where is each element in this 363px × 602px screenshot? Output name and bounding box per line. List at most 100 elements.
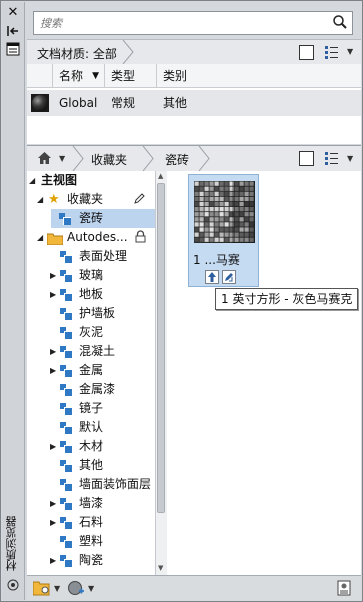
tree-node-category[interactable]: 灰泥	[27, 323, 155, 342]
expand-icon[interactable]: ▶	[50, 342, 58, 361]
breadcrumb-separator-icon	[122, 40, 134, 64]
library-view-dropdown-icon[interactable]: ▼	[347, 154, 353, 163]
material-category-icon	[59, 213, 71, 225]
tree-node-label: 镜子	[79, 401, 104, 415]
search-icon[interactable]	[332, 14, 348, 30]
tree-node-label: 金属漆	[79, 382, 116, 396]
material-category-icon	[60, 327, 72, 339]
tree-node-favorites-tiles[interactable]: 瓷砖	[51, 209, 155, 228]
material-category-icon	[60, 346, 72, 358]
tree-node-category[interactable]: 其他	[27, 456, 155, 475]
material-editor-icon[interactable]	[337, 580, 351, 599]
view-options-dropdown-icon[interactable]: ▼	[347, 47, 353, 56]
collapse-icon[interactable]: ◢	[29, 171, 37, 190]
tree-node-category[interactable]: ▶ 玻璃	[27, 266, 155, 285]
table-row[interactable]: Global 常规 其他	[27, 90, 361, 116]
view-options-button[interactable]	[325, 45, 343, 59]
material-category-icon	[60, 517, 72, 529]
expand-icon[interactable]: ▶	[50, 437, 58, 456]
expand-icon[interactable]: ▶	[50, 266, 58, 285]
create-material-icon[interactable]	[67, 580, 85, 599]
edit-material-button[interactable]	[222, 270, 236, 284]
tree-node-category[interactable]: ▶ 金属	[27, 361, 155, 380]
tree-scrollbar-thumb[interactable]	[157, 183, 165, 513]
tree-node-label: 其他	[79, 458, 104, 472]
palette-logo-icon	[6, 578, 20, 592]
tree-scrollbar[interactable]: ▲ ▼	[155, 171, 167, 575]
library-view-options-button[interactable]	[325, 151, 343, 165]
tree-node-favorites[interactable]: ◢ ★ 收藏夹	[27, 190, 155, 209]
tree-node-home[interactable]: ◢ 主视图	[27, 171, 155, 190]
material-category-icon	[60, 422, 72, 434]
column-header-type[interactable]: 类型	[105, 64, 157, 88]
material-category-icon	[60, 555, 72, 567]
star-icon: ★	[48, 192, 60, 207]
library-tree: ◢ 主视图 ◢ ★ 收藏夹 瓷砖 ◢ Autodes... 表面处理 ▶ 玻璃 …	[27, 171, 155, 575]
tree-node-autodesk-library[interactable]: ◢ Autodes...	[27, 228, 155, 247]
material-thumbnail-panel: 1 ...马赛	[167, 171, 361, 575]
auto-hide-icon[interactable]	[6, 24, 20, 38]
scroll-down-icon[interactable]: ▼	[158, 564, 163, 572]
material-category-icon	[60, 384, 72, 396]
tree-node-category[interactable]: ▶ 陶瓷	[27, 551, 155, 570]
tree-node-label: 陶瓷	[79, 553, 104, 567]
material-category-icon	[60, 441, 72, 453]
breadcrumb-separator-icon	[142, 146, 154, 171]
tree-node-label: 石料	[79, 515, 104, 529]
tree-node-label: 地板	[79, 287, 104, 301]
tree-node-category[interactable]: 墙面装饰面层	[27, 475, 155, 494]
tree-node-category[interactable]: ▶ 石料	[27, 513, 155, 532]
expand-icon[interactable]: ▶	[50, 494, 58, 513]
tree-node-category[interactable]: ▶ 木材	[27, 437, 155, 456]
material-category-icon	[60, 365, 72, 377]
document-materials-bar: 文档材质: 全部 ▼	[27, 39, 361, 65]
properties-icon[interactable]	[6, 42, 20, 56]
tree-node-label: 墙面装饰面层	[79, 477, 152, 491]
tree-node-label: 灰泥	[79, 325, 104, 339]
tree-node-category[interactable]: 默认	[27, 418, 155, 437]
material-category-icon	[60, 498, 72, 510]
create-material-dropdown-icon[interactable]: ▼	[88, 584, 94, 593]
bottom-toolbar: ▼ ▼	[27, 575, 361, 601]
sort-down-icon: ▼	[92, 71, 99, 81]
tree-node-category[interactable]: ▶ 混凝土	[27, 342, 155, 361]
tree-node-category[interactable]: 护墙板	[27, 304, 155, 323]
home-dropdown-icon[interactable]: ▼	[59, 154, 65, 163]
toggle-library-tree-button[interactable]	[299, 151, 314, 166]
tree-node-category[interactable]: 镜子	[27, 399, 155, 418]
tree-node-label: 塑料	[79, 534, 104, 548]
document-materials-filter[interactable]: 文档材质: 全部	[37, 45, 117, 62]
breadcrumb-favorites[interactable]: 收藏夹	[91, 151, 127, 168]
manage-library-dropdown-icon[interactable]: ▼	[54, 584, 60, 593]
close-icon[interactable]: ✕	[6, 6, 20, 20]
breadcrumb-separator-icon	[198, 146, 210, 171]
home-icon[interactable]	[37, 151, 52, 168]
tree-node-label: 默认	[79, 420, 104, 434]
material-category-icon	[60, 251, 72, 263]
tree-node-category[interactable]: ▶ 墙漆	[27, 494, 155, 513]
collapse-icon[interactable]: ◢	[37, 228, 45, 247]
expand-icon[interactable]: ▶	[50, 361, 58, 380]
column-header-name[interactable]: 名称 ▼	[53, 64, 105, 88]
material-thumbnail-card[interactable]: 1 ...马赛	[188, 174, 259, 287]
tree-node-category[interactable]: 表面处理	[27, 247, 155, 266]
scroll-up-icon[interactable]: ▲	[158, 172, 163, 180]
tree-node-label: 混凝土	[79, 344, 116, 358]
tree-node-category[interactable]: 塑料	[27, 532, 155, 551]
document-materials-table: 名称 ▼ 类型 类别 Global 常规 其他	[27, 64, 361, 144]
tree-node-category[interactable]: 金属漆	[27, 380, 155, 399]
breadcrumb-tiles[interactable]: 瓷砖	[165, 151, 189, 168]
expand-icon[interactable]: ▶	[50, 513, 58, 532]
column-header-category[interactable]: 类别	[157, 64, 361, 88]
manage-library-icon[interactable]	[32, 580, 51, 599]
expand-icon[interactable]: ▶	[50, 285, 58, 304]
expand-icon[interactable]: ▶	[50, 551, 58, 570]
collapse-icon[interactable]: ◢	[37, 190, 45, 209]
tree-node-category[interactable]: ▶ 地板	[27, 285, 155, 304]
add-to-document-button[interactable]	[205, 270, 219, 284]
toggle-panel-button[interactable]	[299, 45, 314, 60]
tree-node-label: 木材	[79, 439, 104, 453]
material-category-icon	[60, 536, 72, 548]
palette-title: 材质浏览器	[5, 516, 18, 572]
search-input[interactable]	[38, 14, 322, 32]
